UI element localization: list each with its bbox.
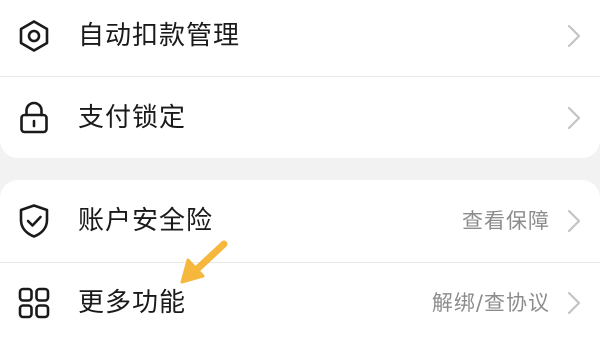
row-value: 查看保障 xyxy=(462,209,550,233)
row-label: 自动扣款管理 xyxy=(78,21,241,51)
row-value: 解绑/查协议 xyxy=(431,291,550,315)
row-more-functions[interactable]: 更多功能 解绑/查协议 xyxy=(0,263,600,338)
chevron-right-icon xyxy=(566,105,582,131)
chevron-right-icon xyxy=(566,23,582,49)
pointer-arrow-icon xyxy=(176,238,232,286)
row-divider xyxy=(0,76,600,77)
lock-icon xyxy=(14,98,54,138)
row-auto-debit-management[interactable]: 自动扣款管理 xyxy=(0,0,600,76)
row-label: 支付锁定 xyxy=(78,103,187,133)
row-label: 更多功能 xyxy=(78,288,187,318)
row-payment-lock[interactable]: 支付锁定 xyxy=(0,78,600,158)
settings-page: 自动扣款管理 支付锁定 账户安全险 查看保障 更多功能 解绑/查协议 xyxy=(0,0,600,338)
shield-check-icon xyxy=(14,201,54,241)
row-account-security-insurance[interactable]: 账户安全险 查看保障 xyxy=(0,181,600,261)
gear-icon xyxy=(14,16,54,56)
chevron-right-icon xyxy=(566,208,582,234)
grid-icon xyxy=(14,283,54,323)
chevron-right-icon xyxy=(566,290,582,316)
